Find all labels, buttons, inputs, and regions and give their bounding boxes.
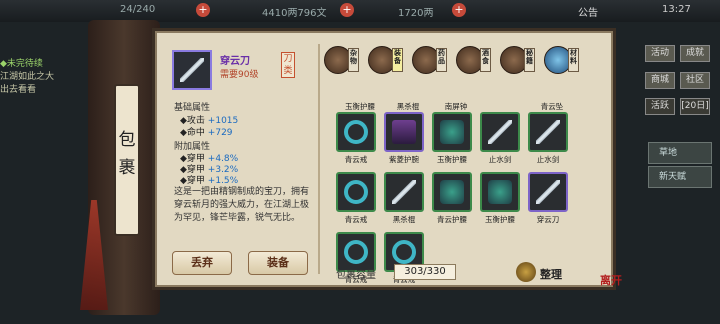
add-stamina-button[interactable]: + xyxy=(196,3,210,17)
slot-label: 青云戒 xyxy=(344,155,368,164)
armor-icon xyxy=(440,180,464,204)
ring-icon xyxy=(344,180,368,204)
stat-row: ◆穿甲 +1.5% xyxy=(180,176,239,186)
inventory-grid: 青云戒紫菱护腕玉衡护腰止水剑止水剑青云戒黑杀棍青云护腰玉衡护腰穿云刀青云戒青云戒 xyxy=(330,82,570,284)
armor-icon xyxy=(440,120,464,144)
slot-label: 玉衡护腰 xyxy=(485,215,515,224)
inventory-spine-label: 包 裹 xyxy=(114,84,140,236)
armor-icon xyxy=(488,180,512,204)
inventory-slot[interactable] xyxy=(480,112,520,152)
blade-icon xyxy=(536,180,560,204)
inventory-slot[interactable] xyxy=(528,112,568,152)
equip-button[interactable]: 装备 xyxy=(248,251,308,275)
spine-char: 裹 xyxy=(118,158,136,178)
ring-icon xyxy=(392,240,416,264)
inventory-slot[interactable] xyxy=(384,172,424,212)
active-days: [20日] xyxy=(680,98,710,115)
selected-item-icon xyxy=(172,50,212,90)
stat-row: ◆命中 +729 xyxy=(180,128,233,138)
inventory-slot[interactable] xyxy=(336,172,376,212)
community-button[interactable]: 社区 xyxy=(680,72,710,89)
slot-label: 紫菱护腕 xyxy=(389,155,419,164)
sort-bag-icon[interactable] xyxy=(516,262,536,282)
clock: 13:27 xyxy=(662,4,691,15)
top-status-bar: 24/240 + 4410两796文 + 1720两 + 公告 13:27 xyxy=(0,0,720,22)
slot-label: 青云戒 xyxy=(344,215,368,224)
slot-label: 止水剑 xyxy=(536,155,560,164)
item-requirement: 需要90级 xyxy=(220,70,259,80)
base-stats-title: 基础属性 xyxy=(174,103,211,113)
active-button[interactable]: 活跃 xyxy=(645,98,675,115)
discard-button[interactable]: 丢弃 xyxy=(172,251,232,275)
blade-icon xyxy=(488,120,512,144)
add-gold-button[interactable]: + xyxy=(452,3,466,17)
tab-material[interactable]: 材料 xyxy=(568,48,579,72)
item-type-tag: 刀类 xyxy=(281,52,295,78)
tab-equipment[interactable]: 装备 xyxy=(392,48,403,72)
grassland-panel[interactable]: 草地 xyxy=(648,142,712,164)
gold-value: 1720两 xyxy=(398,8,434,19)
inventory-slot[interactable] xyxy=(384,112,424,152)
boot-icon xyxy=(392,120,416,144)
achievement-button[interactable]: 成就 xyxy=(680,45,710,62)
capacity-label: 包裹容量 xyxy=(336,270,376,281)
inventory-slot[interactable] xyxy=(432,112,472,152)
new-talent-panel[interactable]: 新天赋 xyxy=(648,166,712,188)
slot-label: 黑杀棍 xyxy=(392,215,416,224)
blade-icon xyxy=(536,120,560,144)
panel-divider xyxy=(318,44,320,274)
stamina-value: 24/240 xyxy=(120,4,156,15)
item-name: 穿云刀 xyxy=(220,56,250,67)
ring-icon xyxy=(344,120,368,144)
slot-label: 玉衡护腰 xyxy=(437,155,467,164)
inventory-slot[interactable] xyxy=(528,172,568,212)
quest-tracker[interactable]: ◆未完待续 江湖如此之大 出去看看 xyxy=(0,58,100,97)
ring-icon xyxy=(344,240,368,264)
silver-value: 4410两796文 xyxy=(262,8,327,19)
spine-char: 包 xyxy=(118,130,136,150)
slot-label: 青云护腰 xyxy=(437,215,467,224)
inventory-slot[interactable] xyxy=(336,112,376,152)
blade-icon xyxy=(392,180,416,204)
quest-line: 江湖如此之大 xyxy=(0,72,55,82)
add-silver-button[interactable]: + xyxy=(340,3,354,17)
tab-manual[interactable]: 秘籍 xyxy=(524,48,535,72)
slot-label: 止水剑 xyxy=(488,155,512,164)
notice-button[interactable]: 公告 xyxy=(578,4,598,19)
close-seal-button[interactable]: 离开 xyxy=(600,272,622,288)
tab-food[interactable]: 酒食 xyxy=(480,48,491,72)
item-description: 这是一把由精钢制成的宝刀，拥有穿云斩月的强大威力，在江湖上极为罕见，锋芒毕露，锐… xyxy=(174,187,310,223)
quest-title: ◆未完待续 xyxy=(0,59,43,69)
inventory-slot[interactable] xyxy=(432,172,472,212)
tab-misc[interactable]: 杂物 xyxy=(348,48,359,72)
slot-label: 穿云刀 xyxy=(536,215,560,224)
activity-button[interactable]: 活动 xyxy=(645,45,675,62)
quest-line: 出去看看 xyxy=(0,85,37,95)
capacity-value: 303/330 xyxy=(394,264,456,280)
shop-button[interactable]: 商城 xyxy=(645,72,675,89)
inventory-slot[interactable] xyxy=(480,172,520,212)
tab-medicine[interactable]: 药品 xyxy=(436,48,447,72)
sort-button[interactable]: 整理 xyxy=(540,266,562,282)
